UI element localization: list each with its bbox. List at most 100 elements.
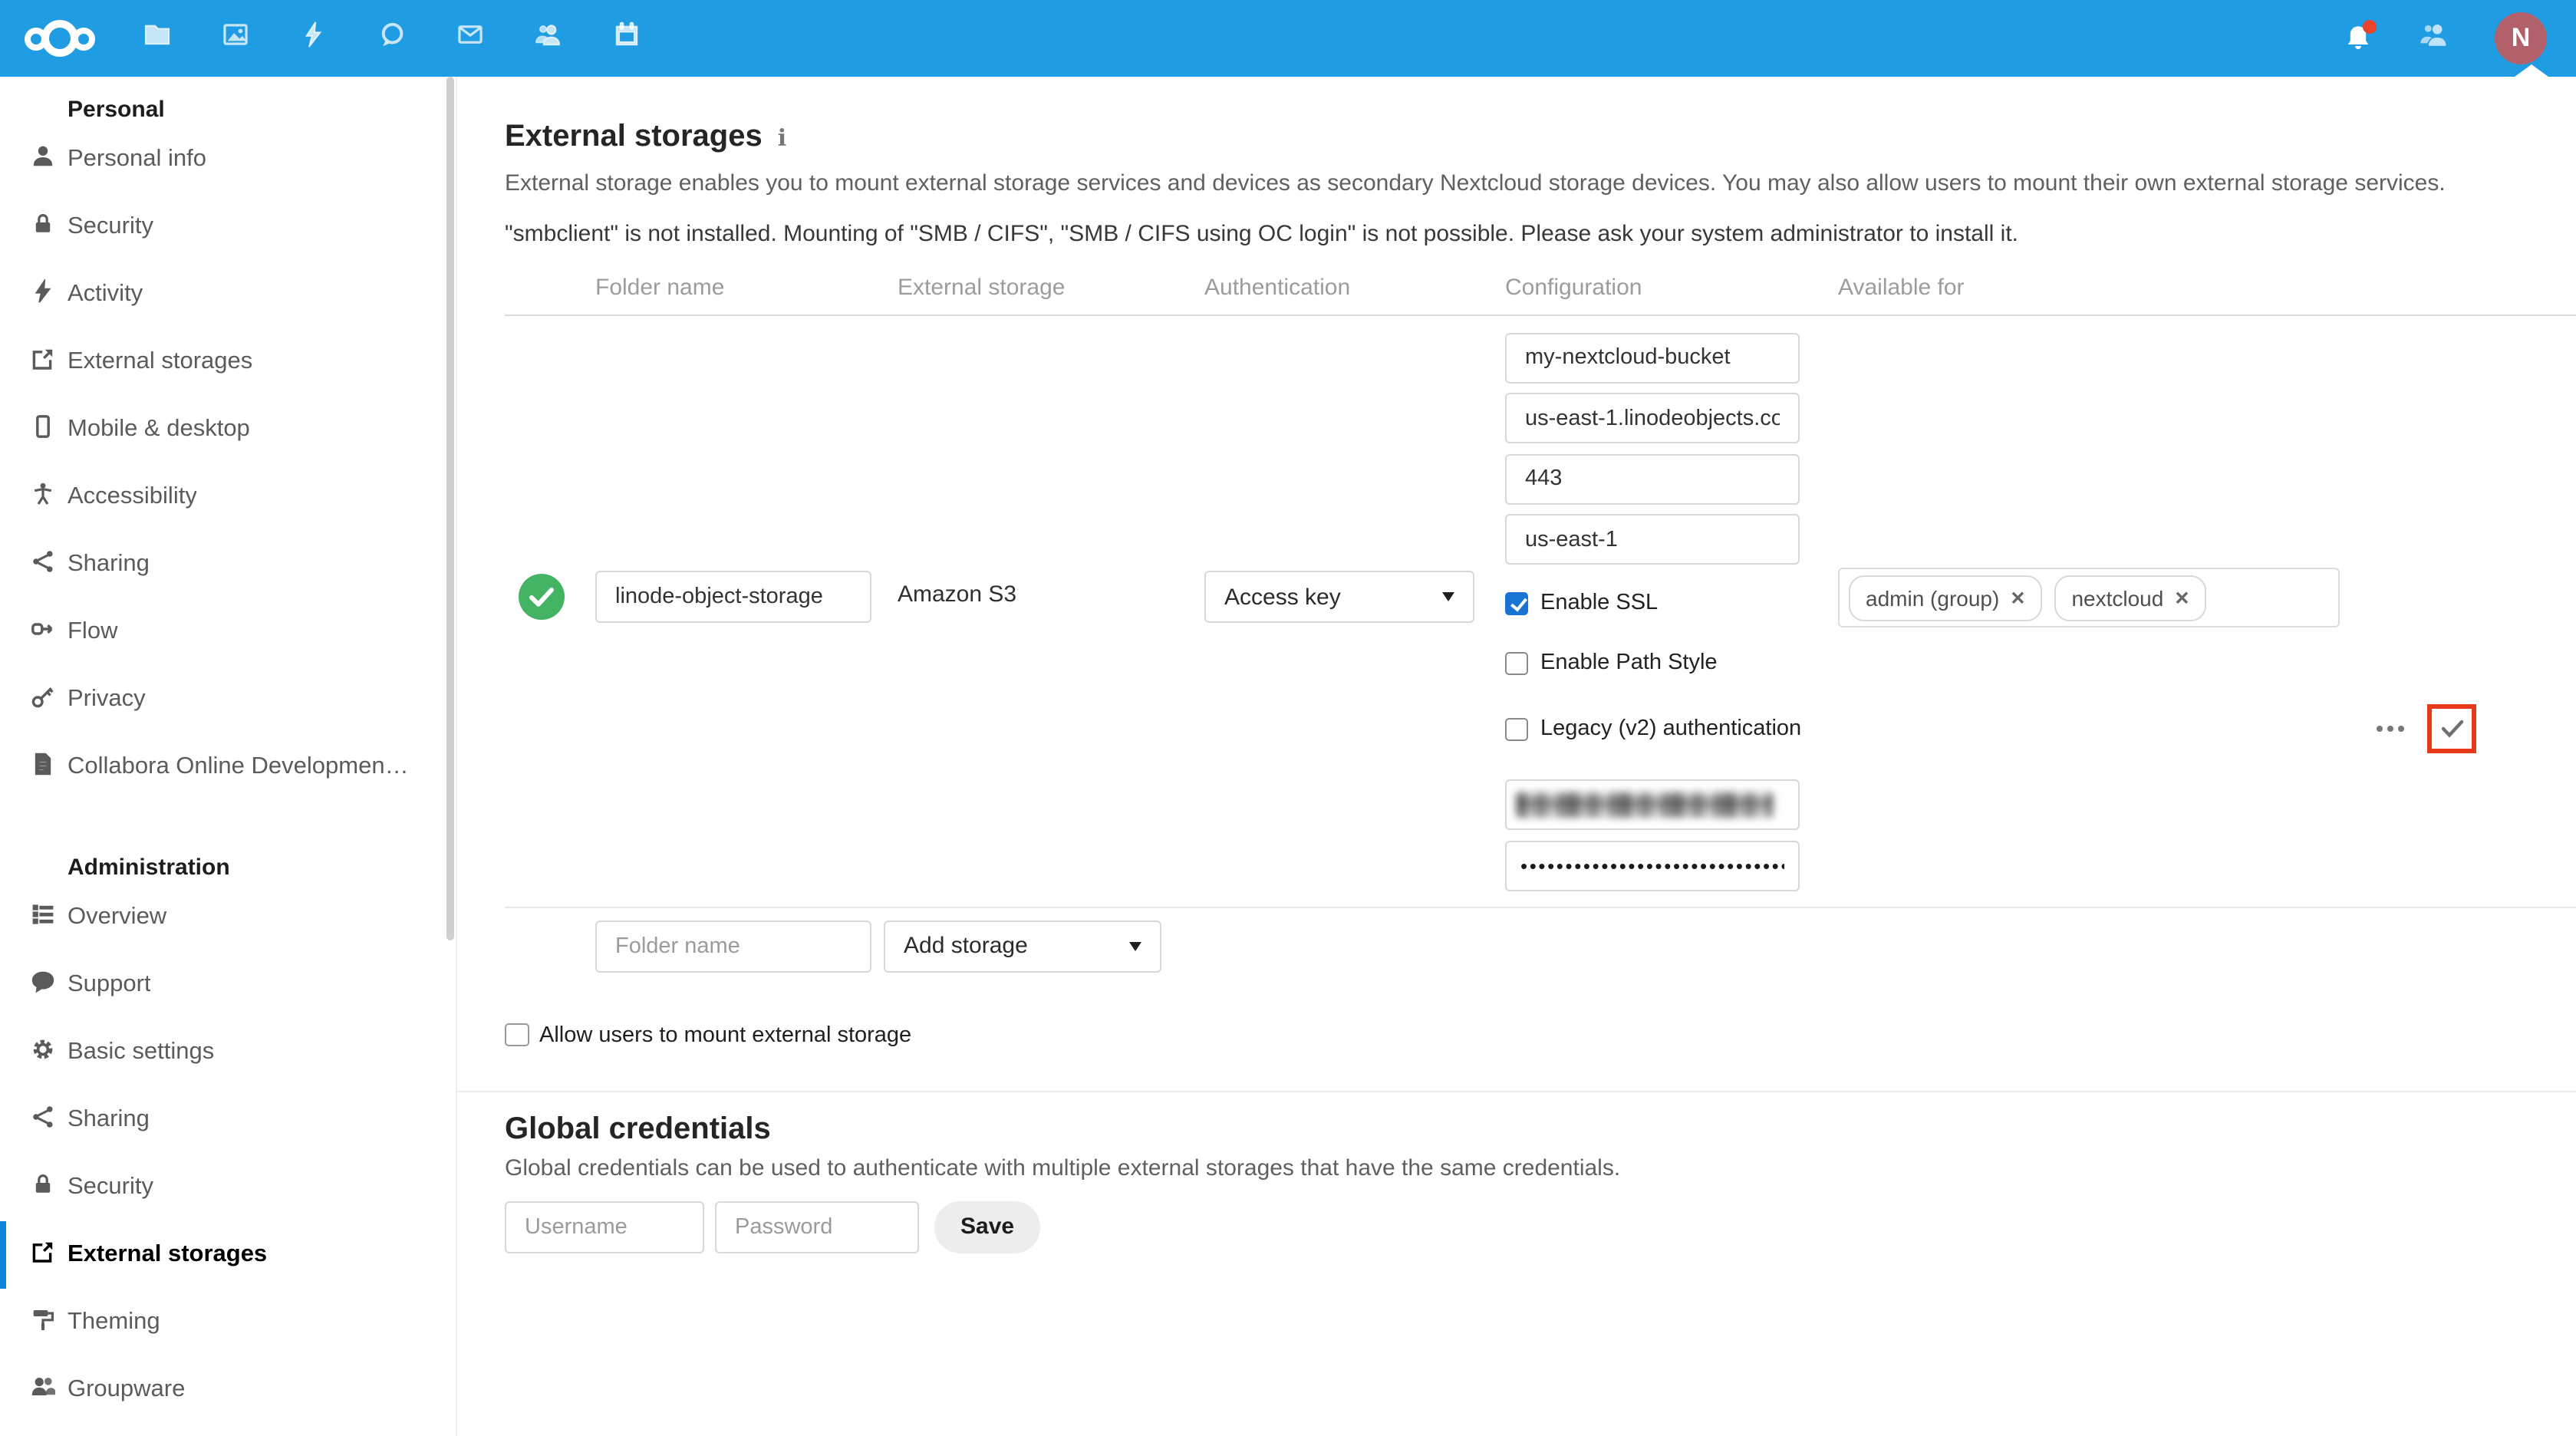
key-icon xyxy=(31,683,55,716)
remove-chip-icon[interactable]: ✕ xyxy=(2174,587,2189,608)
folder-icon xyxy=(142,20,171,57)
enable-path-style-checkbox[interactable] xyxy=(1505,651,1528,674)
save-button[interactable]: Save xyxy=(934,1201,1040,1253)
page-title: External storages xyxy=(505,120,763,155)
mail-app-button[interactable] xyxy=(454,23,485,54)
section-divider xyxy=(457,1090,2576,1092)
authentication-selected: Access key xyxy=(1224,584,1341,610)
user-icon xyxy=(31,143,55,176)
sidebar-item-overview[interactable]: Overview xyxy=(0,884,456,951)
contacts-menu-button[interactable] xyxy=(2418,18,2450,58)
chevron-down-icon xyxy=(1129,941,1141,950)
sidebar-item-privacy[interactable]: Privacy xyxy=(0,666,456,733)
add-storage-label: Add storage xyxy=(904,933,1028,959)
add-storage-select[interactable]: Add storage xyxy=(884,920,1161,972)
sidebar-item-security-admin[interactable]: Security xyxy=(0,1154,456,1221)
port-input[interactable] xyxy=(1505,453,1800,504)
sidebar-scrollbar[interactable] xyxy=(446,77,454,940)
password-field[interactable] xyxy=(715,1201,919,1253)
enable-ssl-row[interactable]: Enable SSL xyxy=(1505,591,1838,615)
col-folder-name: Folder name xyxy=(595,275,898,301)
contacts-icon xyxy=(533,20,562,57)
enable-path-style-label: Enable Path Style xyxy=(1540,650,1718,675)
smbclient-warning: "smbclient" is not installed. Mounting o… xyxy=(505,219,2576,250)
flow-icon xyxy=(31,616,55,648)
sidebar-item-security-personal[interactable]: Security xyxy=(0,193,456,261)
sidebar-item-groupware[interactable]: Groupware xyxy=(0,1356,456,1424)
new-folder-name-input[interactable] xyxy=(595,920,871,972)
available-for-chip[interactable]: admin (group) ✕ xyxy=(1849,575,2042,621)
sidebar-item-accessibility[interactable]: Accessibility xyxy=(0,463,456,531)
sidebar-item-theming[interactable]: Theming xyxy=(0,1289,456,1356)
speech-bubble-icon xyxy=(31,969,55,1001)
sidebar-item-basic-settings[interactable]: Basic settings xyxy=(0,1019,456,1086)
username-field[interactable] xyxy=(505,1201,704,1253)
allow-users-label: Allow users to mount external storage xyxy=(539,1023,911,1047)
sidebar-item-label: Security xyxy=(68,1174,153,1201)
mail-icon xyxy=(455,20,484,57)
save-storage-button[interactable] xyxy=(2427,705,2476,754)
col-configuration: Configuration xyxy=(1505,275,1838,301)
info-icon[interactable]: i xyxy=(778,124,786,151)
sidebar-item-label: External storages xyxy=(68,1241,267,1269)
bucket-input[interactable] xyxy=(1505,332,1800,383)
sidebar-item-collabora[interactable]: Collabora Online Development Edit… xyxy=(0,733,456,801)
authentication-select[interactable]: Access key xyxy=(1204,571,1474,623)
contacts-app-button[interactable] xyxy=(532,23,563,54)
sidebar-item-sharing-admin[interactable]: Sharing xyxy=(0,1086,456,1154)
allow-users-row[interactable]: Allow users to mount external storage xyxy=(505,1023,2576,1047)
sidebar-item-label: Sharing xyxy=(68,1106,150,1134)
talk-app-button[interactable] xyxy=(376,23,407,54)
more-options-icon[interactable] xyxy=(2375,725,2406,734)
sidebar-item-activity[interactable]: Activity xyxy=(0,261,456,328)
sidebar-item-label: Flow xyxy=(68,618,117,646)
sidebar-item-label: Sharing xyxy=(68,551,150,578)
enable-ssl-checkbox[interactable] xyxy=(1505,591,1528,614)
sidebar-item-sharing-personal[interactable]: Sharing xyxy=(0,531,456,598)
status-ok-icon xyxy=(519,574,565,620)
remove-chip-icon[interactable]: ✕ xyxy=(2010,587,2025,608)
external-storage-type: Amazon S3 xyxy=(898,316,1204,891)
paintroller-icon xyxy=(31,1306,55,1339)
sidebar-item-support[interactable]: Support xyxy=(0,951,456,1019)
region-input[interactable] xyxy=(1505,514,1800,565)
files-app-button[interactable] xyxy=(141,23,172,54)
contacts-icon xyxy=(2418,31,2450,57)
sidebar-item-label: External storages xyxy=(68,348,252,376)
notifications-button[interactable] xyxy=(2343,23,2373,54)
access-key-input-redacted[interactable] xyxy=(1505,779,1800,830)
hostname-input[interactable] xyxy=(1505,393,1800,443)
bell-icon xyxy=(2343,34,2373,60)
global-credentials-title: Global credentials xyxy=(505,1112,2576,1147)
lightning-icon xyxy=(31,278,55,311)
sidebar-item-personal-info[interactable]: Personal info xyxy=(0,126,456,193)
gear-icon xyxy=(31,1036,55,1069)
sidebar-item-label: Activity xyxy=(68,281,143,308)
calendar-app-button[interactable] xyxy=(611,23,641,54)
app-menu xyxy=(141,23,641,54)
nextcloud-settings-page: N Personal Personal info Security Activi… xyxy=(0,0,2576,1436)
unread-notification-dot xyxy=(2363,20,2377,34)
sidebar-item-flow[interactable]: Flow xyxy=(0,598,456,666)
activity-app-button[interactable] xyxy=(298,23,328,54)
sidebar-item-label: Security xyxy=(68,213,153,241)
enable-path-style-row[interactable]: Enable Path Style xyxy=(1505,650,1838,675)
user-avatar[interactable]: N xyxy=(2495,12,2547,64)
folder-name-input[interactable] xyxy=(595,571,871,623)
document-icon xyxy=(31,751,55,783)
available-for-chip[interactable]: nextcloud✕ xyxy=(2054,575,2206,621)
sidebar-section-administration: Administration xyxy=(0,853,456,884)
allow-users-checkbox[interactable] xyxy=(505,1023,529,1047)
nextcloud-logo[interactable] xyxy=(25,17,95,60)
people-icon xyxy=(31,1374,55,1406)
available-for-input[interactable]: admin (group) ✕ nextcloud✕ xyxy=(1838,568,2340,627)
photos-app-button[interactable] xyxy=(219,23,250,54)
secret-key-input[interactable]: •••••••••••••••••••••••••••••• xyxy=(1505,840,1800,891)
col-external-storage: External storage xyxy=(898,275,1204,301)
legacy-auth-row[interactable]: Legacy (v2) authentication xyxy=(1505,716,1838,741)
sidebar-item-mobile-desktop[interactable]: Mobile & desktop xyxy=(0,396,456,463)
sidebar-item-external-storages-personal[interactable]: External storages xyxy=(0,328,456,396)
legacy-auth-checkbox[interactable] xyxy=(1505,717,1528,740)
chip-label: admin (group) xyxy=(1866,585,1999,610)
sidebar-item-external-storages-admin[interactable]: External storages xyxy=(0,1221,456,1289)
